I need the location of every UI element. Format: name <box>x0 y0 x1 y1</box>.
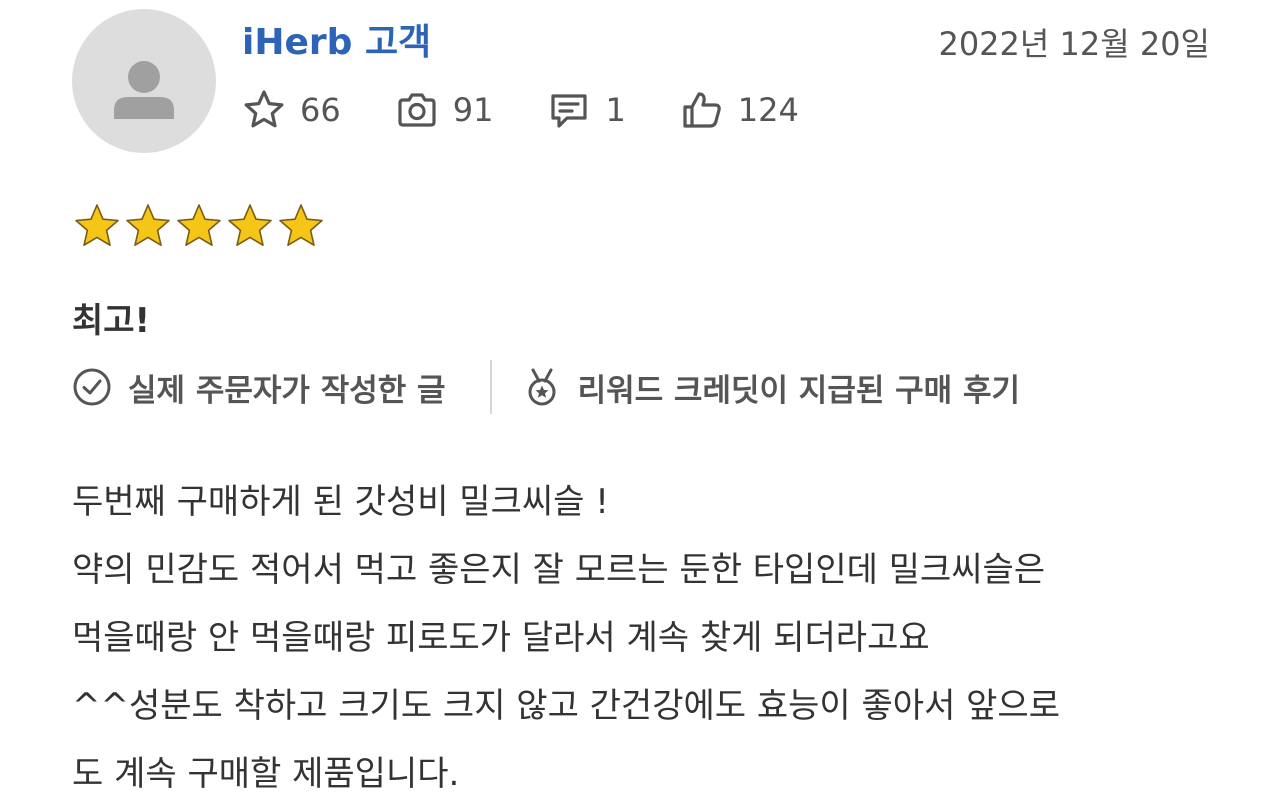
badge-divider <box>489 360 492 414</box>
review-badges: 실제 주문자가 작성한 글 리워드 크레딧이 지급된 구매 후기 <box>72 360 1020 414</box>
user-avatar[interactable] <box>72 9 216 153</box>
review-body-line: 두번째 구매하게 된 갓성비 밀크씨슬 ! <box>72 482 609 522</box>
likes-stat[interactable]: 124 <box>680 88 799 132</box>
thumbs-up-icon <box>683 92 721 128</box>
review-body-line: ^^성분도 착하고 크기도 크지 않고 간건강에도 효능이 좋아서 앞으로 <box>72 686 1060 726</box>
review-card: iHerb 고객 2022년 12월 20일 66 91 1 124 최고! 실… <box>0 0 1284 807</box>
rewarded-review-badge: 리워드 크레딧이 지급된 구매 후기 <box>522 365 1020 410</box>
review-date: 2022년 12월 20일 <box>938 25 1210 63</box>
comments-stat[interactable]: 1 <box>547 88 626 132</box>
photos-stat[interactable]: 91 <box>395 88 494 132</box>
likes-count: 124 <box>737 91 799 129</box>
star-rating <box>72 202 327 250</box>
comments-count: 1 <box>605 91 626 129</box>
star-filled-icon <box>279 204 323 247</box>
person-icon <box>114 61 174 119</box>
review-body-line: 도 계속 구매할 제품입니다. <box>72 754 460 794</box>
rewards-count: 66 <box>300 91 341 129</box>
check-circle-icon <box>73 368 111 406</box>
photos-count: 91 <box>452 91 494 129</box>
comment-icon <box>551 94 588 128</box>
star-filled-icon <box>228 204 272 247</box>
star-filled-icon <box>126 204 170 247</box>
star-filled-icon <box>75 204 119 247</box>
review-title: 최고! <box>72 301 151 341</box>
review-body-line: 약의 민감도 적어서 먹고 좋은지 잘 모르는 둔한 타입인데 밀크씨슬은 <box>72 550 1046 590</box>
star-filled-icon <box>177 204 221 247</box>
verified-purchase-badge: 실제 주문자가 작성한 글 <box>72 365 446 410</box>
author-name[interactable]: iHerb 고객 <box>242 20 431 66</box>
review-body-line: 먹을때랑 안 먹을때랑 피로도가 달라서 계속 찾게 되더라고요 <box>72 618 930 658</box>
author-stats: 66 91 1 124 <box>242 86 853 134</box>
camera-icon <box>398 93 436 127</box>
review-body: 두번째 구매하게 된 갓성비 밀크씨슬 ! 약의 민감도 적어서 먹고 좋은지 … <box>72 468 1232 808</box>
rewarded-review-label: 리워드 크레딧이 지급된 구매 후기 <box>577 372 1021 409</box>
star-outline-icon <box>244 90 284 128</box>
medal-icon <box>528 368 556 406</box>
rewards-stat[interactable]: 66 <box>242 88 341 132</box>
verified-purchase-label: 실제 주문자가 작성한 글 <box>128 372 446 409</box>
